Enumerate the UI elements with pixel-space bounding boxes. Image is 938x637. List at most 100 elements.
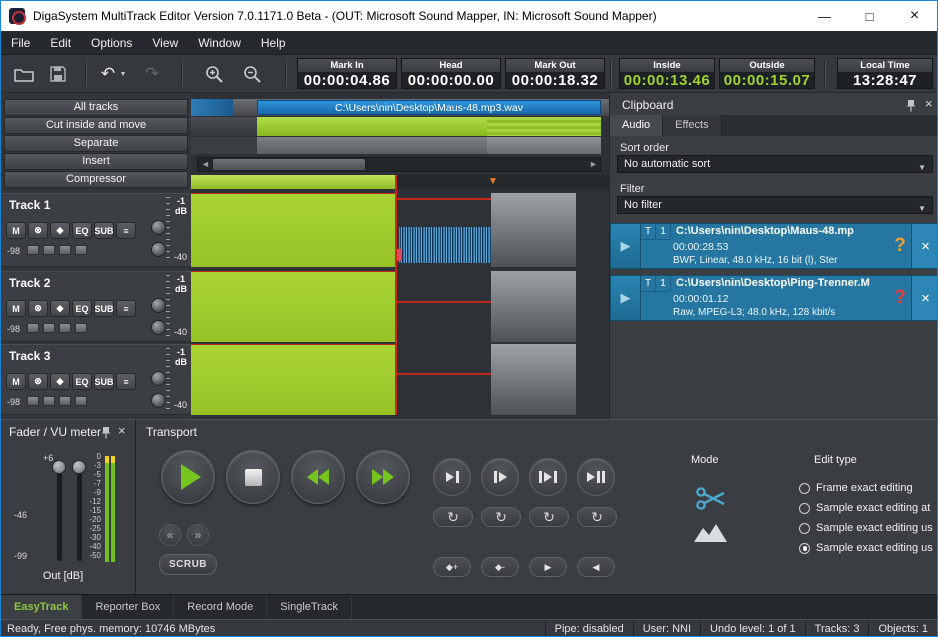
eq-button[interactable]: EQ <box>72 373 92 390</box>
eq-button[interactable]: EQ <box>72 222 92 239</box>
play-button[interactable] <box>161 450 215 504</box>
volume-knob[interactable] <box>151 220 166 235</box>
tab-audio[interactable]: Audio <box>610 115 663 136</box>
tab-singletrack[interactable]: SingleTrack <box>267 595 352 620</box>
rewind-button[interactable] <box>291 450 345 504</box>
play-selection-button[interactable] <box>529 458 567 496</box>
pan-knob[interactable] <box>151 242 166 257</box>
sub-button[interactable]: SUB <box>94 222 114 239</box>
compressor-button[interactable]: Compressor <box>4 171 188 188</box>
loop-button-4[interactable]: ↻ <box>577 507 617 527</box>
tab-reporter-box[interactable]: Reporter Box <box>82 595 174 620</box>
insert-button[interactable]: Insert <box>4 153 188 170</box>
track3-pending-clip[interactable] <box>491 344 576 415</box>
jump-next-button[interactable]: » <box>187 524 209 546</box>
stop-button[interactable] <box>226 450 280 504</box>
play-around-cut-button[interactable] <box>577 458 615 496</box>
timeline-ruler[interactable] <box>396 175 609 189</box>
tab-record-mode[interactable]: Record Mode <box>174 595 267 620</box>
scissors-icon[interactable] <box>696 486 728 517</box>
radio-icon[interactable] <box>799 523 810 534</box>
file-title-bar[interactable]: C:\Users\nin\Desktop\Maus-48.mp3.wav <box>257 100 601 115</box>
pan-knob[interactable] <box>151 393 166 408</box>
play-clip-button[interactable]: ▶ <box>611 276 641 320</box>
play-clip-button[interactable]: ▶ <box>611 224 641 268</box>
track3-audio-clip[interactable] <box>191 344 396 415</box>
sub-button[interactable]: SUB <box>94 373 114 390</box>
tab-effects[interactable]: Effects <box>663 115 721 136</box>
redo-icon[interactable]: ↷ <box>139 63 165 85</box>
track1-pending-clip[interactable] <box>491 193 576 267</box>
radio-sample-exact-editing-2[interactable]: Sample exact editing us <box>799 522 933 534</box>
loop-button-1[interactable]: ↻ <box>433 507 473 527</box>
add-marker-button[interactable]: ◆+ <box>433 557 471 577</box>
menu-options[interactable]: Options <box>81 31 142 55</box>
radio-icon[interactable] <box>799 503 810 514</box>
scrollbar-thumb[interactable] <box>213 159 365 170</box>
save-icon[interactable] <box>45 63 71 85</box>
solo-button[interactable]: ⊗ <box>28 300 48 317</box>
scroll-left-icon[interactable]: ◄ <box>201 157 210 172</box>
radio-sample-exact-editing-1[interactable]: Sample exact editing at <box>799 502 930 514</box>
track1-audio-clip[interactable] <box>191 193 396 267</box>
pan-button[interactable]: ◆ <box>50 300 70 317</box>
volume-knob[interactable] <box>151 298 166 313</box>
menu-view[interactable]: View <box>142 31 188 55</box>
cut-inside-and-move-button[interactable]: Cut inside and move <box>4 117 188 134</box>
radio-frame-exact-editing[interactable]: Frame exact editing <box>799 482 913 494</box>
minimize-button[interactable]: — <box>802 2 847 31</box>
loop-button-2[interactable]: ↻ <box>481 507 521 527</box>
solo-button[interactable]: ⊗ <box>28 373 48 390</box>
pan-button[interactable]: ◆ <box>50 222 70 239</box>
radio-sample-exact-editing-3[interactable]: Sample exact editing us <box>799 542 933 554</box>
envelope-mode-icon[interactable] <box>694 523 728 548</box>
filter-dropdown[interactable]: No filter ▼ <box>617 196 933 214</box>
track-menu-button[interactable]: ≡ <box>116 222 136 239</box>
scrub-button[interactable]: SCRUB <box>159 554 217 575</box>
playhead[interactable] <box>395 175 397 415</box>
jump-prev-button[interactable]: « <box>159 524 181 546</box>
play-reverse-button[interactable]: ◀ <box>577 557 615 577</box>
open-folder-icon[interactable] <box>11 63 37 85</box>
separate-button[interactable]: Separate <box>4 135 188 152</box>
fader-track-right[interactable] <box>77 464 82 561</box>
clipboard-item[interactable]: ▶ T 1 C:\Users\nin\Desktop\Maus-48.mp 00… <box>610 223 938 269</box>
zoom-out-icon[interactable] <box>239 63 265 85</box>
close-panel-icon[interactable]: × <box>925 97 933 111</box>
sub-button[interactable]: SUB <box>94 300 114 317</box>
menu-help[interactable]: Help <box>251 31 296 55</box>
mute-button[interactable]: M <box>6 373 26 390</box>
pan-button[interactable]: ◆ <box>50 373 70 390</box>
play-to-mark-button[interactable] <box>433 458 471 496</box>
track-menu-button[interactable]: ≡ <box>116 300 136 317</box>
remove-clip-button[interactable]: × <box>911 224 938 268</box>
zoom-in-icon[interactable] <box>201 63 227 85</box>
menu-window[interactable]: Window <box>188 31 251 55</box>
sort-order-dropdown[interactable]: No automatic sort ▼ <box>617 155 933 173</box>
track2-pending-clip[interactable] <box>491 271 576 342</box>
radio-icon[interactable] <box>799 543 810 554</box>
clipboard-item[interactable]: ▶ T 1 C:\Users\nin\Desktop\Ping-Trenner.… <box>610 275 938 321</box>
pan-knob[interactable] <box>151 320 166 335</box>
scroll-right-icon[interactable]: ► <box>589 157 598 172</box>
mute-button[interactable]: M <box>6 222 26 239</box>
undo-dropdown-icon[interactable]: ▼ <box>117 63 129 85</box>
fader-track-left[interactable] <box>57 464 62 561</box>
remove-clip-button[interactable]: × <box>911 276 938 320</box>
fader-handle-left[interactable] <box>52 460 66 474</box>
fast-forward-button[interactable] <box>356 450 410 504</box>
menu-file[interactable]: File <box>1 31 40 55</box>
menu-edit[interactable]: Edit <box>40 31 81 55</box>
remove-marker-button[interactable]: ◆- <box>481 557 519 577</box>
tab-easytrack[interactable]: EasyTrack <box>1 595 82 620</box>
close-panel-icon[interactable]: × <box>118 424 126 438</box>
track1-waveform[interactable] <box>399 227 491 263</box>
close-button[interactable]: × <box>892 2 937 31</box>
play-from-mark-button[interactable] <box>481 458 519 496</box>
track-menu-button[interactable]: ≡ <box>116 373 136 390</box>
volume-knob[interactable] <box>151 371 166 386</box>
radio-icon[interactable] <box>799 483 810 494</box>
loop-button-3[interactable]: ↻ <box>529 507 569 527</box>
maximize-button[interactable]: □ <box>847 2 892 31</box>
solo-button[interactable]: ⊗ <box>28 222 48 239</box>
